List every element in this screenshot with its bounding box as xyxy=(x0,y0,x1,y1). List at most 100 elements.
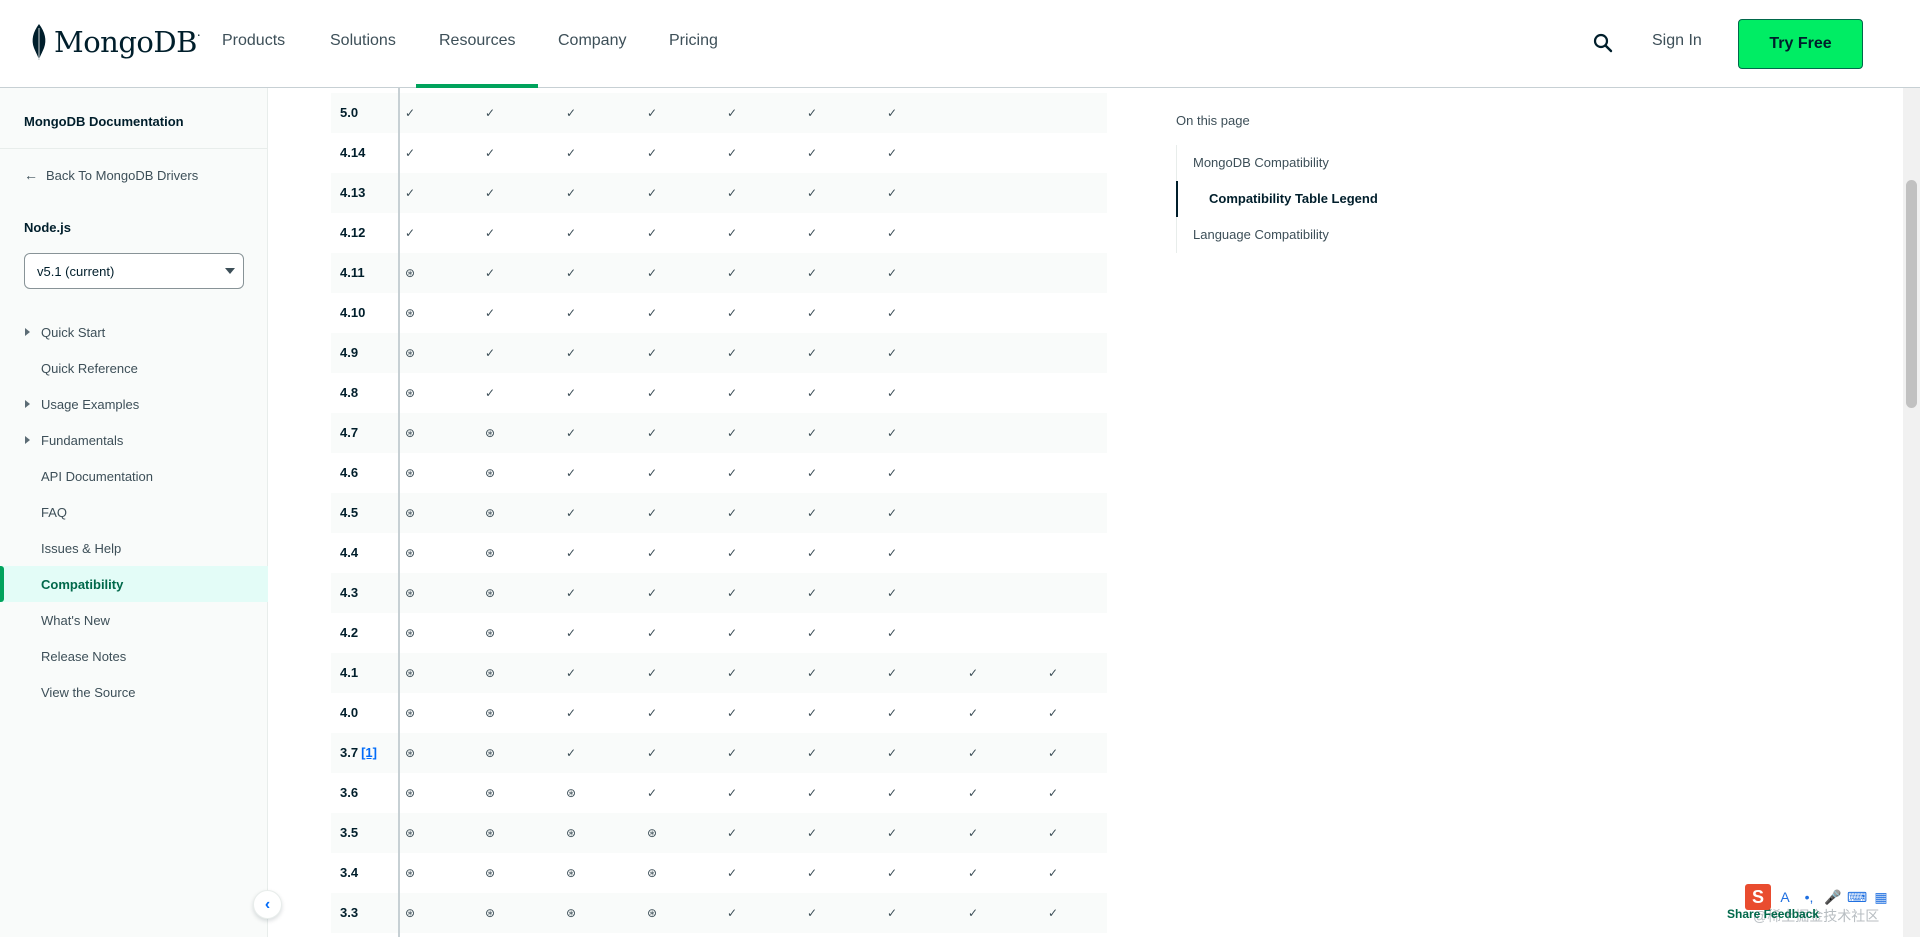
checkmark-icon: ✓ xyxy=(967,786,979,800)
checkmark-icon: ✓ xyxy=(886,466,898,480)
try-free-button[interactable]: Try Free xyxy=(1738,19,1863,69)
checkmark-icon: ✓ xyxy=(646,506,658,520)
collapse-sidebar-button[interactable]: ‹ xyxy=(253,890,282,919)
checkmark-icon: ✓ xyxy=(726,786,738,800)
leaf-icon xyxy=(32,24,46,60)
checkmark-icon: ✓ xyxy=(967,706,979,720)
checkmark-icon: ✓ xyxy=(404,226,416,240)
partial-support-icon: ⊛ xyxy=(484,826,496,840)
version-select[interactable]: v5.1 (current) xyxy=(24,253,244,289)
sidebar-item-what-s-new[interactable]: What's New xyxy=(0,602,268,638)
version-cell: 3.7 [1] xyxy=(340,733,377,773)
checkmark-icon: ✓ xyxy=(565,186,577,200)
checkmark-icon: ✓ xyxy=(886,306,898,320)
nav-resources[interactable]: Resources xyxy=(415,32,540,88)
punctuation-icon[interactable]: •, xyxy=(1799,887,1819,907)
sidebar-item-api-documentation[interactable]: API Documentation xyxy=(0,458,268,494)
checkmark-icon: ✓ xyxy=(726,706,738,720)
grid-menu-icon[interactable]: ▦ xyxy=(1871,887,1891,907)
checkmark-icon: ✓ xyxy=(886,266,898,280)
sogou-s-icon[interactable]: S xyxy=(1745,884,1771,910)
nav-pricing[interactable]: Pricing xyxy=(669,32,718,88)
sidebar-item-label: Issues & Help xyxy=(41,540,122,556)
sidebar-item-issues-help[interactable]: Issues & Help xyxy=(0,530,268,566)
nav-products[interactable]: Products xyxy=(222,32,285,88)
sidebar-item-release-notes[interactable]: Release Notes xyxy=(0,638,268,674)
checkmark-icon: ✓ xyxy=(806,346,818,360)
partial-support-icon: ⊛ xyxy=(646,826,658,840)
checkmark-icon: ✓ xyxy=(484,266,496,280)
checkmark-icon: ✓ xyxy=(646,586,658,600)
sidebar-item-fundamentals[interactable]: Fundamentals xyxy=(0,422,268,458)
partial-support-icon: ⊛ xyxy=(404,706,416,720)
nav-company[interactable]: Company xyxy=(558,32,626,88)
sidebar-title[interactable]: MongoDB Documentation xyxy=(24,114,184,129)
keyboard-icon[interactable]: ⌨ xyxy=(1847,887,1867,907)
checkmark-icon: ✓ xyxy=(886,146,898,160)
partial-support-icon: ⊛ xyxy=(565,786,577,800)
toc-item-compatibility-table-legend[interactable]: Compatibility Table Legend xyxy=(1176,181,1436,217)
compatibility-table: 5.1✓✓✓✓✓✓✓5.0✓✓✓✓✓✓✓4.14✓✓✓✓✓✓✓4.13✓✓✓✓✓… xyxy=(331,73,1107,937)
table-row: 4.7 ⊛ ⊛ ✓ ✓ ✓ ✓ ✓ xyxy=(331,413,1107,453)
sidebar-item-usage-examples[interactable]: Usage Examples xyxy=(0,386,268,422)
checkmark-icon: ✓ xyxy=(646,106,658,120)
version-select-value: v5.1 (current) xyxy=(37,263,115,279)
table-row: 4.12 ✓ ✓ ✓ ✓ ✓ ✓ ✓ xyxy=(331,213,1107,253)
checkmark-icon: ✓ xyxy=(886,426,898,440)
version-cell: 4.14 xyxy=(340,133,365,173)
back-to-drivers-link[interactable]: ← Back To MongoDB Drivers xyxy=(24,167,198,183)
sidebar-item-quick-reference[interactable]: Quick Reference xyxy=(0,350,268,386)
nav-solutions[interactable]: Solutions xyxy=(330,32,396,88)
sign-in-link[interactable]: Sign In xyxy=(1652,32,1702,50)
checkmark-icon: ✓ xyxy=(806,466,818,480)
caret-right-icon xyxy=(25,328,30,336)
partial-support-icon: ⊛ xyxy=(484,586,496,600)
sidebar-item-faq[interactable]: FAQ xyxy=(0,494,268,530)
version-label: 3.3 xyxy=(340,905,359,920)
arrow-left-icon: ← xyxy=(24,167,38,183)
microphone-icon[interactable]: 🎤 xyxy=(1823,887,1843,907)
partial-support-icon: ⊛ xyxy=(484,626,496,640)
sidebar-item-compatibility[interactable]: Compatibility xyxy=(0,566,268,602)
checkmark-icon: ✓ xyxy=(565,586,577,600)
mongodb-logo[interactable]: MongoDB. xyxy=(30,22,201,62)
version-cell: 4.4 xyxy=(340,533,358,573)
footnote-link[interactable]: [1] xyxy=(361,745,377,760)
version-label: 3.5 xyxy=(340,825,359,840)
checkmark-icon: ✓ xyxy=(886,186,898,200)
sidebar-item-view-the-source[interactable]: View the Source xyxy=(0,674,268,710)
partial-support-icon: ⊛ xyxy=(404,626,416,640)
checkmark-icon: ✓ xyxy=(886,586,898,600)
version-label: 4.10 xyxy=(340,305,366,320)
sidebar-item-label: Compatibility xyxy=(41,576,124,592)
checkmark-icon: ✓ xyxy=(806,906,818,920)
toc-item-language-compatibility[interactable]: Language Compatibility xyxy=(1177,217,1436,253)
checkmark-icon: ✓ xyxy=(646,706,658,720)
letter-a-icon[interactable]: A xyxy=(1775,887,1795,907)
ime-toolbar[interactable]: S A •, 🎤 ⌨ ▦ xyxy=(1745,884,1891,910)
checkmark-icon: ✓ xyxy=(646,666,658,680)
checkmark-icon: ✓ xyxy=(1047,866,1059,880)
checkmark-icon: ✓ xyxy=(646,146,658,160)
partial-support-icon: ⊛ xyxy=(646,906,658,920)
version-cell: 4.13 xyxy=(340,173,365,213)
version-cell: 4.0 xyxy=(340,693,358,733)
checkmark-icon: ✓ xyxy=(886,786,898,800)
partial-support-icon: ⊛ xyxy=(404,386,416,400)
checkmark-icon: ✓ xyxy=(726,466,738,480)
sidebar-item-label: Quick Reference xyxy=(41,360,138,376)
checkmark-icon: ✓ xyxy=(646,786,658,800)
checkmark-icon: ✓ xyxy=(646,426,658,440)
checkmark-icon: ✓ xyxy=(565,746,577,760)
checkmark-icon: ✓ xyxy=(565,226,577,240)
checkmark-icon: ✓ xyxy=(565,146,577,160)
checkmark-icon: ✓ xyxy=(726,586,738,600)
page-scrollbar[interactable] xyxy=(1903,88,1920,937)
table-row: 3.5 ⊛ ⊛ ⊛ ⊛ ✓ ✓ ✓ ✓ ✓ xyxy=(331,813,1107,853)
table-row: 4.4 ⊛ ⊛ ✓ ✓ ✓ ✓ ✓ xyxy=(331,533,1107,573)
sidebar-item-quick-start[interactable]: Quick Start xyxy=(0,314,268,350)
toc-item-mongodb-compatibility[interactable]: MongoDB Compatibility xyxy=(1177,145,1436,181)
scrollbar-thumb[interactable] xyxy=(1906,180,1917,408)
search-button[interactable] xyxy=(1591,31,1615,55)
checkmark-icon: ✓ xyxy=(646,466,658,480)
